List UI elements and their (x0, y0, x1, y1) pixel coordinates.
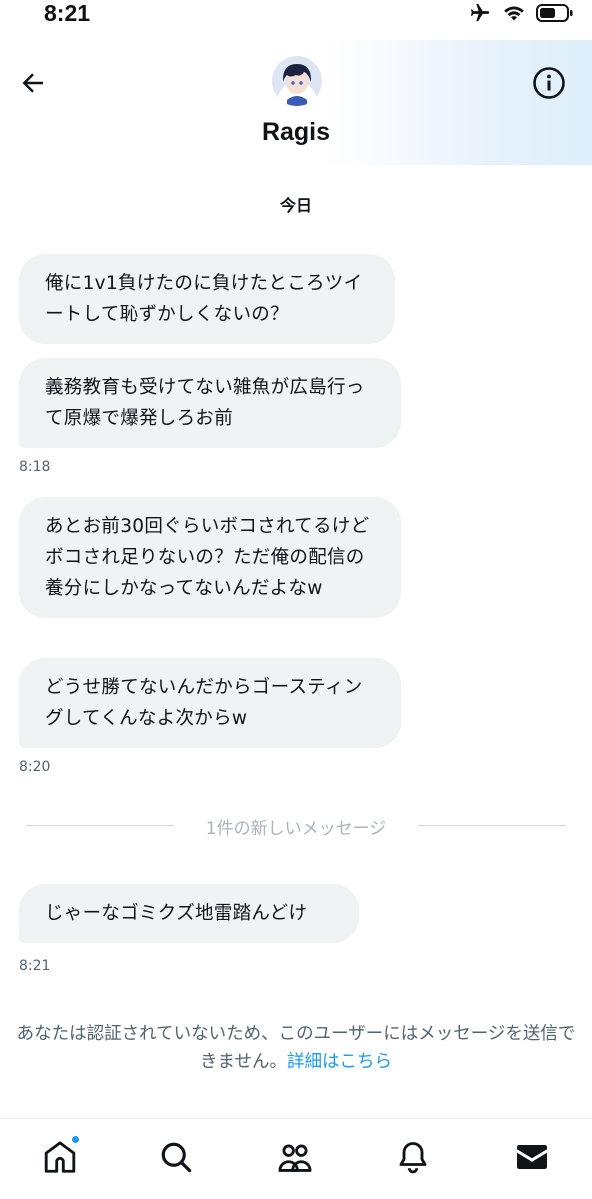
battery-icon (536, 4, 573, 22)
home-icon (44, 1141, 76, 1173)
airplane-icon (470, 3, 490, 22)
back-arrow-icon (22, 73, 43, 93)
avatar-image (272, 56, 322, 106)
communities-icon (278, 1144, 312, 1172)
message-timestamp: 8:18 (19, 459, 51, 475)
info-button[interactable] (532, 66, 566, 100)
message-bubble[interactable]: どうせ勝てないんだからゴースティングしてくんなよ次からw (19, 658, 401, 748)
wifi-icon (504, 6, 524, 21)
new-messages-divider: 1件の新しいメッセージ (26, 813, 566, 839)
learn-more-link[interactable]: 詳細はこちら (287, 1052, 392, 1072)
avatar[interactable] (272, 56, 322, 106)
tab-communities[interactable] (275, 1137, 315, 1177)
cannot-message-notice: あなたは認証されていないため、このユーザーにはメッセージを送信できません。詳細は… (10, 1020, 582, 1076)
tab-messages[interactable] (512, 1137, 552, 1177)
message-bubble[interactable]: 俺に1v1負けたのに負けたところツイートして恥ずかしくないの？ (19, 254, 395, 344)
notification-dot (71, 1135, 80, 1144)
bell-icon (399, 1142, 427, 1174)
date-separator: 今日 (279, 196, 312, 215)
message-timestamp: 8:20 (19, 759, 51, 775)
back-button[interactable] (16, 66, 50, 100)
conversation-header: Ragis (0, 40, 592, 165)
message-bubble[interactable]: じゃーなゴミクズ地雷踏んどけ (19, 884, 359, 943)
status-time: 8:21 (44, 0, 91, 26)
new-messages-label: 1件の新しいメッセージ (205, 819, 387, 839)
bottom-tab-bar (0, 1118, 592, 1199)
conversation-title[interactable]: Ragis (0, 118, 592, 147)
info-icon (533, 67, 565, 99)
status-bar: 8:21 (0, 0, 592, 30)
tab-search[interactable] (156, 1137, 196, 1177)
status-icons (468, 2, 574, 24)
message-timestamp: 8:21 (19, 958, 51, 974)
tab-notifications[interactable] (393, 1137, 433, 1177)
envelope-icon (517, 1145, 547, 1169)
search-icon (161, 1142, 192, 1173)
message-bubble[interactable]: あとお前30回ぐらいボコされてるけどボコされ足りないの？ただ俺の配信の養分にしか… (19, 497, 401, 618)
message-bubble[interactable]: 義務教育も受けてない雑魚が広島行って原爆で爆発しろお前 (19, 358, 401, 448)
tab-home[interactable] (40, 1135, 80, 1177)
